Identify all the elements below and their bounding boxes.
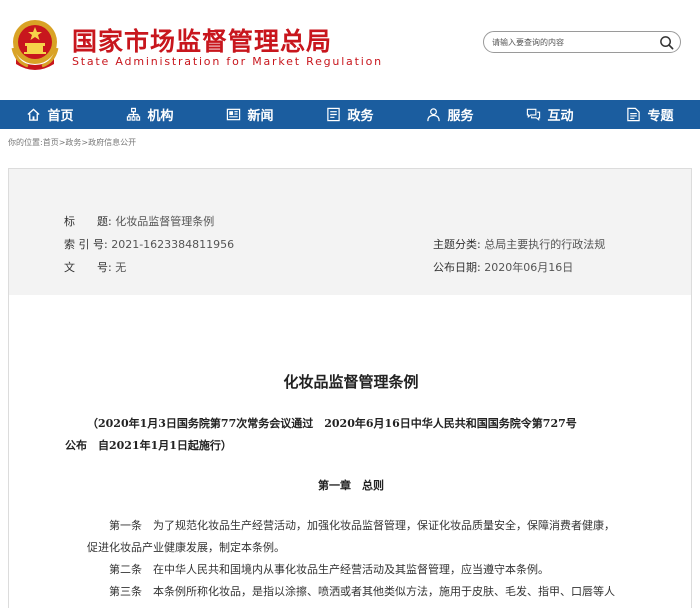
info-index-value: 2021-1623384811956 xyxy=(111,238,235,251)
info-category-value: 总局主要执行的行政法规 xyxy=(484,238,606,251)
info-category-label: 主题分类: xyxy=(433,238,481,251)
nav-item-service[interactable]: 服务 xyxy=(400,100,500,129)
nav-label-government: 政务 xyxy=(347,109,374,124)
nav-label-news: 新闻 xyxy=(247,109,274,124)
info-title-label: 标 题: xyxy=(64,215,112,228)
info-docno-value: 无 xyxy=(115,261,127,274)
document-info-panel: 标 题: 化妆品监督管理条例 索 引 号: 2021-1623384811956… xyxy=(8,168,692,296)
interaction-icon xyxy=(527,108,541,121)
document-meta: （2020年1月3日国务院第77次常务会议通过 2020年6月16日中华人民共和… xyxy=(65,413,627,457)
nav-item-topic[interactable]: 专题 xyxy=(600,100,700,129)
info-date-value: 2020年06月16日 xyxy=(484,261,574,274)
article-3: 第三条 本条例所称化妆品，是指以涂擦、喷洒或者其他类似方法，施用于皮肤、毛发、指… xyxy=(109,585,615,598)
breadcrumb[interactable]: 你的位置:首页>政务>政府信息公开 xyxy=(8,137,136,148)
article-1-line2: 促进化妆品产业健康发展，制定本条例。 xyxy=(87,541,285,554)
nav-item-interaction[interactable]: 互动 xyxy=(500,100,600,129)
nav-label-topic: 专题 xyxy=(647,109,674,124)
site-subtitle: State Administration for Market Regulati… xyxy=(72,55,383,68)
search-input[interactable] xyxy=(484,32,654,52)
nav-label-org: 机构 xyxy=(147,109,174,124)
home-icon xyxy=(27,108,41,121)
chapter-heading: 第一章 总则 xyxy=(318,479,384,492)
article-1: 第一条 为了规范化妆品生产经营活动，加强化妆品监督管理，保证化妆品质量安全，保障… xyxy=(87,515,627,559)
document-meta-line1: （2020年1月3日国务院第77次常务会议通过 2020年6月16日中华人民共和… xyxy=(87,417,577,430)
article-2: 第二条 在中华人民共和国境内从事化妆品生产经营活动及其监督管理，应当遵守本条例。 xyxy=(109,563,549,576)
topic-icon xyxy=(627,107,641,122)
service-icon xyxy=(427,108,441,122)
document-title: 化妆品监督管理条例 xyxy=(283,373,419,391)
info-title-value: 化妆品监督管理条例 xyxy=(115,215,215,228)
main-nav: 首页 机构 新闻 政务 服务 互动 专题 xyxy=(0,100,700,129)
search-icon[interactable] xyxy=(659,35,674,50)
article-1-line1: 第一条 为了规范化妆品生产经营活动，加强化妆品监督管理，保证化妆品质量安全，保障… xyxy=(109,519,615,532)
info-title-row: 标 题: 化妆品监督管理条例 xyxy=(64,213,214,229)
document-meta-line2: 公布 自2021年1月1日起施行） xyxy=(65,439,232,452)
org-chart-icon xyxy=(127,107,141,121)
info-date-row: 公布日期: 2020年06月16日 xyxy=(433,259,573,275)
government-icon xyxy=(327,107,341,122)
nav-label-service: 服务 xyxy=(447,109,474,124)
info-docno-row: 文 号: 无 xyxy=(64,259,126,275)
site-title[interactable]: 国家市场监督管理总局 xyxy=(72,22,332,58)
news-icon xyxy=(227,108,241,121)
info-docno-label: 文 号: xyxy=(64,261,112,274)
info-index-label: 索 引 号: xyxy=(64,238,108,251)
document-content: 化妆品监督管理条例 （2020年1月3日国务院第77次常务会议通过 2020年6… xyxy=(8,295,692,608)
nav-item-home[interactable]: 首页 xyxy=(0,100,100,129)
nav-label-interaction: 互动 xyxy=(547,109,574,124)
info-date-label: 公布日期: xyxy=(433,261,481,274)
nav-label-home: 首页 xyxy=(47,109,74,124)
nav-item-government[interactable]: 政务 xyxy=(300,100,400,129)
info-index-row: 索 引 号: 2021-1623384811956 xyxy=(64,236,234,252)
national-emblem-icon[interactable] xyxy=(10,18,60,72)
search-box xyxy=(483,31,681,53)
nav-item-news[interactable]: 新闻 xyxy=(200,100,300,129)
site-header: 国家市场监督管理总局 State Administration for Mark… xyxy=(0,0,700,100)
info-category-row: 主题分类: 总局主要执行的行政法规 xyxy=(433,236,605,252)
nav-item-org[interactable]: 机构 xyxy=(100,100,200,129)
